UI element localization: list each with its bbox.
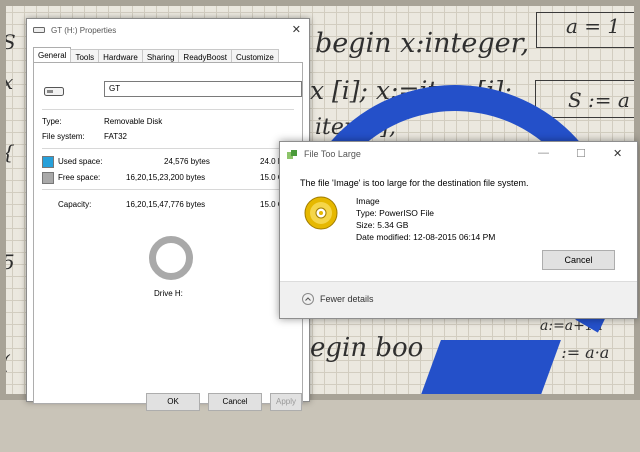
fewer-details-link[interactable]: Fewer details <box>320 294 374 304</box>
chevron-up-icon[interactable] <box>302 293 314 305</box>
minimize-icon[interactable]: — <box>538 147 549 159</box>
capacity-bytes: 16,20,15,47,776 bytes <box>126 200 206 209</box>
error-message: The file 'Image' is too large for the de… <box>300 178 529 188</box>
general-panel: GT Type: Removable Disk File system: FAT… <box>33 62 303 411</box>
drive-letter-label: Drive H: <box>154 289 183 298</box>
maximize-icon[interactable]: ☐ <box>576 147 586 160</box>
file-system-value: FAT32 <box>104 132 127 141</box>
window-title: GT (H:) Properties <box>51 25 117 35</box>
free-space-bytes: 16,20,15,23,200 bytes <box>126 173 206 182</box>
disc-image-icon <box>304 196 338 230</box>
properties-window: GT (H:) Properties ✕ General Tools Hardw… <box>26 18 310 411</box>
file-size: Size: 5.34 GB <box>356 220 409 230</box>
file-name: Image <box>356 196 380 206</box>
file-system-label: File system: <box>42 132 85 141</box>
usage-donut-chart <box>149 236 193 280</box>
removable-drive-icon <box>44 87 64 96</box>
used-space-label: Used space: <box>58 157 103 166</box>
used-space-bytes: 24,576 bytes <box>164 157 210 166</box>
capacity-label: Capacity: <box>58 200 92 209</box>
free-space-swatch <box>42 172 54 184</box>
close-icon[interactable]: ✕ <box>292 23 301 36</box>
file-date-modified: Date modified: 12-08-2015 06:14 PM <box>356 232 496 242</box>
type-label: Type: <box>42 117 62 126</box>
cancel-button[interactable]: Cancel <box>542 250 615 270</box>
divider <box>42 109 294 110</box>
cancel-button[interactable]: Cancel <box>208 393 262 411</box>
used-space-swatch <box>42 156 54 168</box>
drive-icon <box>33 27 45 33</box>
close-icon[interactable]: ✕ <box>613 147 622 160</box>
file-type: Type: PowerISO File <box>356 208 434 218</box>
divider <box>42 148 294 149</box>
dialog-title: File Too Large <box>304 149 361 159</box>
copy-icon <box>287 150 297 159</box>
ok-button[interactable]: OK <box>146 393 200 411</box>
dialog-footer: Fewer details <box>280 281 637 318</box>
apply-button[interactable]: Apply <box>270 393 302 411</box>
properties-titlebar: GT (H:) Properties <box>27 19 309 41</box>
type-value: Removable Disk <box>104 117 163 126</box>
drive-name-input[interactable]: GT <box>104 81 302 97</box>
divider <box>42 189 294 190</box>
file-too-large-dialog: File Too Large — ☐ ✕ The file 'Image' is… <box>279 141 638 319</box>
free-space-label: Free space: <box>58 173 101 182</box>
